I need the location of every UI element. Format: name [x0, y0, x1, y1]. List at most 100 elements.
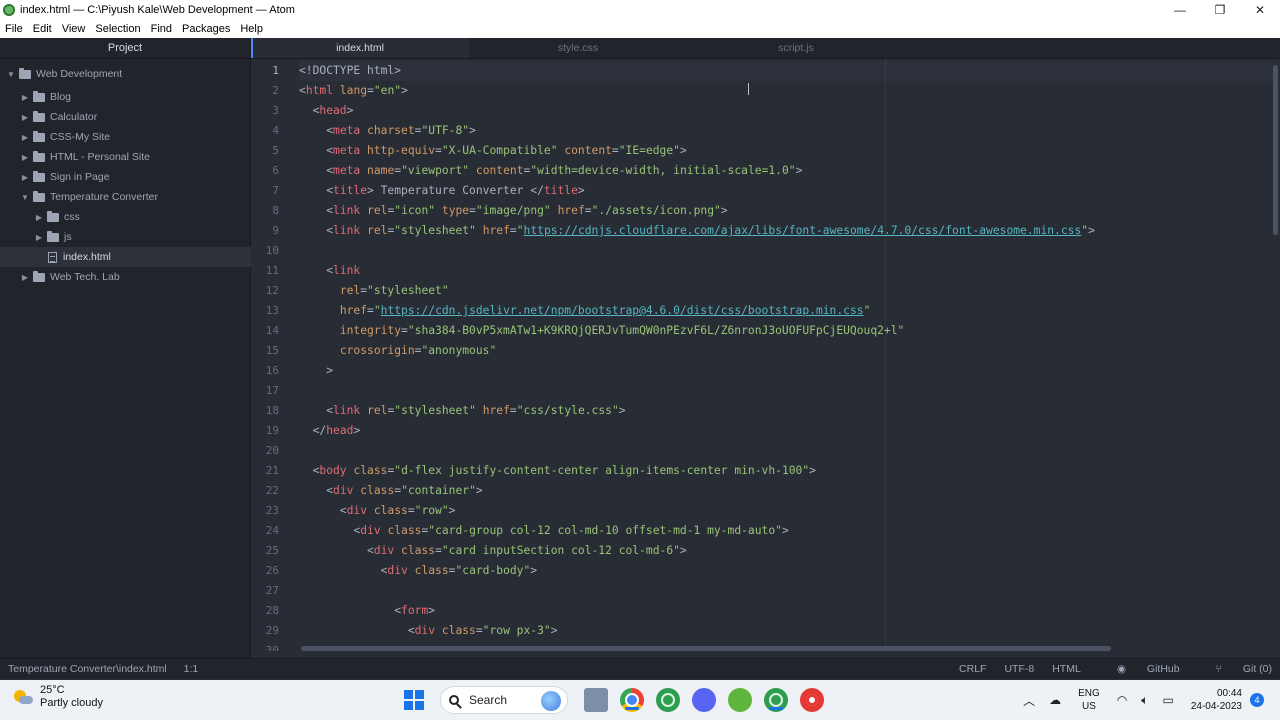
- code-text: <: [299, 604, 402, 617]
- horizontal-scrollbar[interactable]: [301, 646, 1111, 651]
- code-line[interactable]: <meta http-equiv="X-UA-Compatible" conte…: [299, 141, 687, 161]
- line-number: 12: [265, 284, 279, 297]
- menu-help[interactable]: Help: [235, 23, 268, 35]
- code-tag: div: [373, 544, 395, 557]
- code-line[interactable]: >: [299, 361, 333, 381]
- file-explorer-icon[interactable]: [584, 688, 608, 712]
- window-controls: — ❐ ✕: [1160, 0, 1280, 20]
- menu-view[interactable]: View: [57, 23, 91, 35]
- chevron-up-icon[interactable]: ︿: [1023, 692, 1035, 709]
- code-line[interactable]: <html lang="en">: [299, 81, 408, 101]
- code-line[interactable]: <div class="container">: [299, 481, 483, 501]
- code-attribute: class: [441, 624, 476, 637]
- wifi-icon[interactable]: ◠: [1117, 693, 1127, 707]
- code-line[interactable]: <!DOCTYPE html>: [299, 61, 1274, 81]
- chevron-right-icon: ▶: [21, 152, 29, 162]
- code-tag: body: [319, 464, 347, 477]
- code-line[interactable]: <div class="row px-3">: [299, 621, 558, 641]
- tab-style-css[interactable]: style.css: [469, 38, 687, 58]
- code-line[interactable]: <link rel="icon" type="image/png" href="…: [299, 201, 727, 221]
- clock[interactable]: 00:44 24-04-2023: [1191, 687, 1242, 713]
- code-line[interactable]: <link rel="stylesheet" href="https://cdn…: [299, 221, 1095, 241]
- region-code: US: [1082, 701, 1096, 712]
- menu-edit[interactable]: Edit: [28, 23, 57, 35]
- tree-item-html-personal-site[interactable]: ▶ HTML - Personal Site: [0, 147, 270, 167]
- chrome-icon[interactable]: [620, 688, 644, 712]
- code-line[interactable]: <div class="row">: [299, 501, 456, 521]
- code-line[interactable]: <div class="card-group col-12 col-md-10 …: [299, 521, 788, 541]
- file-path[interactable]: Temperature Converter\index.html: [8, 663, 167, 675]
- code-line[interactable]: integrity="sha384-B0vP5xmATw1+K9KRQjQERJ…: [299, 321, 905, 341]
- screen-recorder-icon[interactable]: [800, 688, 824, 712]
- start-button[interactable]: [404, 690, 424, 710]
- close-button[interactable]: ✕: [1240, 0, 1280, 20]
- menu-file[interactable]: File: [0, 23, 28, 35]
- code-line[interactable]: href="https://cdn.jsdelivr.net/npm/boots…: [299, 301, 871, 321]
- code-line[interactable]: </head>: [299, 421, 361, 441]
- discord-icon[interactable]: [692, 688, 716, 712]
- code-line[interactable]: <div class="card inputSection col-12 col…: [299, 541, 687, 561]
- project-header[interactable]: Project: [0, 38, 250, 59]
- text-editor[interactable]: 1 2 3 4 5 6 7 8 9 10 11 12 13 14 15 16 17 18 19 20 21 22 23 24 2…: [251, 59, 1280, 651]
- line-ending-selector[interactable]: CRLF: [959, 663, 986, 675]
- cursor-position[interactable]: 1:1: [184, 663, 199, 675]
- code-url[interactable]: https://cdnjs.cloudflare.com/ajax/libs/f…: [524, 224, 1082, 237]
- onedrive-cloud-icon[interactable]: ☁: [1049, 693, 1061, 707]
- window-title: index.html — C:\Piyush Kale\Web Developm…: [20, 4, 295, 16]
- code-line[interactable]: <meta name="viewport" content="width=dev…: [299, 161, 802, 181]
- code-line[interactable]: <head>: [299, 101, 354, 121]
- code-text: >: [795, 164, 803, 177]
- code-attribute: rel: [339, 284, 361, 297]
- battery-icon[interactable]: ▭: [1163, 693, 1174, 707]
- code-line[interactable]: <link rel="stylesheet" href="css/style.c…: [299, 401, 625, 421]
- maximize-button[interactable]: ❐: [1200, 0, 1240, 20]
- tab-script-js[interactable]: script.js: [687, 38, 905, 58]
- github-button[interactable]: ◉ GitHub: [1099, 663, 1180, 675]
- code-line[interactable]: crossorigin="anonymous": [299, 341, 496, 361]
- code-area[interactable]: <!DOCTYPE html> <html lang="en"> <head> <…: [299, 59, 1274, 651]
- menu-find[interactable]: Find: [146, 23, 177, 35]
- code-line[interactable]: <form>: [299, 601, 435, 621]
- code-attribute: charset: [367, 124, 415, 137]
- tree-item-web-tech-lab[interactable]: ▶ Web Tech. Lab: [0, 267, 270, 287]
- menu-packages[interactable]: Packages: [177, 23, 235, 35]
- line-number: 24: [265, 524, 279, 537]
- code-line[interactable]: <div class="card-body">: [299, 561, 538, 581]
- menu-selection[interactable]: Selection: [90, 23, 145, 35]
- tree-item-web-development[interactable]: ▼ Web Development: [0, 64, 256, 84]
- vertical-scrollbar[interactable]: [1273, 65, 1278, 235]
- notification-badge[interactable]: 4: [1250, 693, 1264, 707]
- grammar-selector[interactable]: HTML: [1052, 663, 1081, 675]
- tree-item-blog[interactable]: ▶ Blog: [0, 87, 270, 107]
- tree-item-css[interactable]: ▶ css: [0, 207, 284, 227]
- code-line[interactable]: rel="stylesheet": [299, 281, 449, 301]
- encoding-selector[interactable]: UTF-8: [1004, 663, 1034, 675]
- tree-view: Project ▼ Web Development ▶ Blog ▶ Calculat…: [0, 38, 298, 658]
- code-line[interactable]: <title> Temperature Converter </title>: [299, 181, 585, 201]
- weather-widget[interactable]: 25°C Partly cloudy: [14, 684, 103, 710]
- volume-icon[interactable]: 🔈︎: [1141, 693, 1148, 708]
- minimize-button[interactable]: —: [1160, 0, 1200, 20]
- code-line[interactable]: <link: [299, 261, 360, 281]
- git-button[interactable]: ⑂ Git (0): [1198, 663, 1272, 675]
- utorrent-icon[interactable]: [728, 688, 752, 712]
- line-number: 27: [265, 584, 279, 597]
- code-string: ": [863, 304, 871, 317]
- language-indicator[interactable]: ENG US: [1078, 687, 1100, 713]
- taskbar-search[interactable]: Search: [440, 686, 568, 714]
- tree-item-js[interactable]: ▶ js: [0, 227, 284, 247]
- code-attribute: class: [387, 524, 422, 537]
- atom-active-icon[interactable]: [764, 688, 788, 712]
- code-line[interactable]: <meta charset="UTF-8">: [299, 121, 476, 141]
- code-line[interactable]: <body class="d-flex justify-content-cent…: [299, 461, 816, 481]
- tree-item-css-my-site[interactable]: ▶ CSS-My Site: [0, 127, 270, 147]
- atom-app-icon[interactable]: [656, 688, 680, 712]
- tree-item-sign-in-page[interactable]: ▶ Sign in Page: [0, 167, 270, 187]
- tree-item-calculator[interactable]: ▶ Calculator: [0, 107, 270, 127]
- tree-item-temperature-converter[interactable]: ▼ Temperature Converter: [0, 187, 270, 207]
- code-text: =: [475, 624, 483, 637]
- tab-index-html[interactable]: index.html: [251, 38, 469, 58]
- code-url[interactable]: https://cdn.jsdelivr.net/npm/bootstrap@4…: [381, 304, 864, 317]
